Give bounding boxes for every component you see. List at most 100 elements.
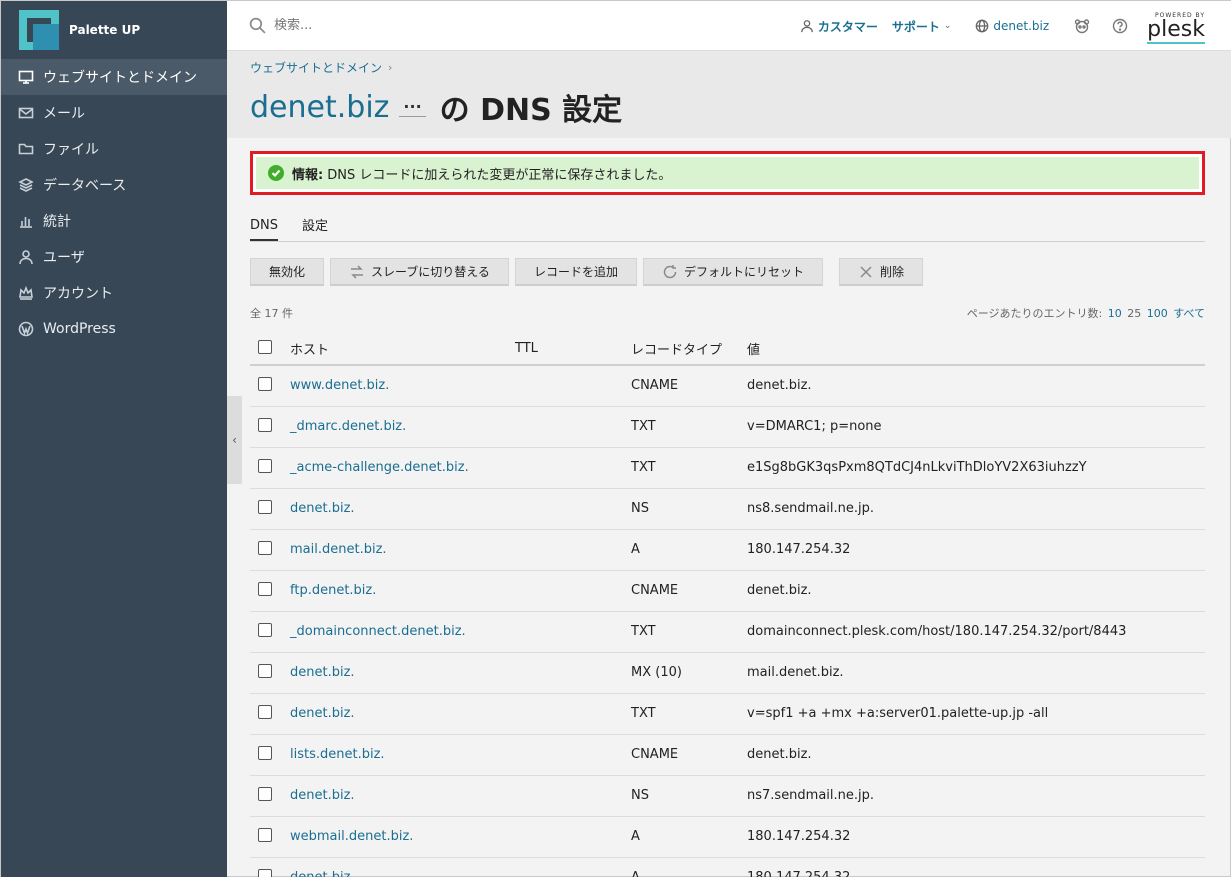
table-row[interactable]: denet.biz. TXT v=spf1 +a +mx +a:server01.p… bbox=[250, 693, 1205, 735]
row-type: TXT bbox=[631, 693, 747, 735]
row-checkbox[interactable] bbox=[258, 704, 272, 719]
tab-dns[interactable]: DNS bbox=[250, 218, 278, 241]
sidebar-item-3[interactable]: データベース bbox=[1, 167, 227, 203]
breadcrumb: ウェブサイトとドメイン › bbox=[250, 59, 1231, 76]
table-row[interactable]: mail.denet.biz. A 180.147.254.32 bbox=[250, 529, 1205, 571]
help-button[interactable] bbox=[1111, 17, 1129, 35]
table-row[interactable]: ftp.denet.biz. CNAME denet.biz. bbox=[250, 570, 1205, 612]
row-checkbox[interactable] bbox=[258, 417, 272, 432]
row-host-link[interactable]: denet.biz. bbox=[290, 857, 515, 877]
sidebar-item-7[interactable]: WordPress bbox=[1, 311, 227, 347]
support-menu[interactable]: サポート ⌄ bbox=[892, 18, 952, 35]
per-page-25[interactable]: 25 bbox=[1127, 307, 1141, 320]
per-page-100[interactable]: 100 bbox=[1147, 307, 1168, 320]
table-row[interactable]: _domainconnect.denet.biz. TXT domainconnec… bbox=[250, 611, 1205, 653]
table-row[interactable]: webmail.denet.biz. A 180.147.254.32 bbox=[250, 816, 1205, 858]
row-host-link[interactable]: www.denet.biz. bbox=[290, 365, 515, 407]
folder-icon bbox=[17, 140, 35, 158]
add-record-button[interactable]: レコードを追加 bbox=[514, 258, 637, 286]
extensions-button[interactable] bbox=[1073, 17, 1091, 35]
per-page-all[interactable]: すべて bbox=[1173, 307, 1205, 320]
customer-label: カスタマー bbox=[817, 19, 878, 34]
row-ttl bbox=[515, 857, 631, 877]
row-host-link[interactable]: denet.biz. bbox=[290, 693, 515, 735]
brand-logo-icon bbox=[19, 10, 59, 50]
column-type[interactable]: レコードタイプ bbox=[631, 333, 747, 366]
help-icon bbox=[1112, 18, 1128, 34]
row-value: ns8.sendmail.ne.jp. bbox=[747, 488, 1205, 530]
breadcrumb-websites-link[interactable]: ウェブサイトとドメイン bbox=[250, 59, 382, 76]
brand[interactable]: Palette UP bbox=[1, 1, 227, 59]
sidebar-item-4[interactable]: 統計 bbox=[1, 203, 227, 239]
table-row[interactable]: denet.biz. NS ns7.sendmail.ne.jp. bbox=[250, 775, 1205, 817]
table-row[interactable]: _dmarc.denet.biz. TXT v=DMARC1; p=none bbox=[250, 406, 1205, 448]
row-checkbox[interactable] bbox=[258, 786, 272, 801]
disable-button[interactable]: 無効化 bbox=[250, 258, 325, 286]
sidebar-collapse-button[interactable]: ‹ bbox=[227, 396, 242, 484]
total-count: 全 17 件 bbox=[250, 307, 293, 320]
brand-name: Palette UP bbox=[69, 23, 141, 37]
table-row[interactable]: lists.denet.biz. CNAME denet.biz. bbox=[250, 734, 1205, 776]
row-host-link[interactable]: denet.biz. bbox=[290, 488, 515, 530]
row-host-link[interactable]: mail.denet.biz. bbox=[290, 529, 515, 571]
sidebar-item-6[interactable]: アカウント bbox=[1, 275, 227, 311]
database-icon bbox=[17, 176, 35, 194]
toolbar: 無効化 スレーブに切り替える レコードを追加 デフォルトにリセット 削除 bbox=[250, 258, 1205, 286]
column-host[interactable]: ホスト bbox=[290, 333, 515, 366]
table-row[interactable]: _acme-challenge.denet.biz. TXT e1Sg8bGK3qs… bbox=[250, 447, 1205, 489]
row-checkbox[interactable] bbox=[258, 663, 272, 678]
switch-slave-label: スレーブに切り替える bbox=[371, 265, 490, 279]
row-type: CNAME bbox=[631, 570, 747, 612]
row-checkbox[interactable] bbox=[258, 581, 272, 596]
table-row[interactable]: denet.biz. NS ns8.sendmail.ne.jp. bbox=[250, 488, 1205, 530]
row-checkbox[interactable] bbox=[258, 622, 272, 637]
row-host-link[interactable]: ftp.denet.biz. bbox=[290, 570, 515, 612]
search-input[interactable] bbox=[274, 18, 754, 33]
row-host-link[interactable]: _acme-challenge.denet.biz. bbox=[290, 447, 515, 489]
more-options-button[interactable]: ··· bbox=[399, 98, 426, 117]
domain-link[interactable]: denet.biz bbox=[975, 19, 1049, 33]
row-host-link[interactable]: denet.biz. bbox=[290, 775, 515, 817]
sidebar-item-0[interactable]: ウェブサイトとドメイン bbox=[1, 59, 227, 95]
row-checkbox[interactable] bbox=[258, 458, 272, 473]
select-all-cell bbox=[250, 333, 290, 366]
delete-icon bbox=[860, 265, 872, 278]
row-checkbox[interactable] bbox=[258, 499, 272, 514]
row-value: 180.147.254.32 bbox=[747, 857, 1205, 877]
table-row[interactable]: www.denet.biz. CNAME denet.biz. bbox=[250, 365, 1205, 407]
monitor-icon bbox=[17, 68, 35, 86]
sidebar-item-2[interactable]: ファイル bbox=[1, 131, 227, 167]
select-all-checkbox[interactable] bbox=[258, 339, 272, 354]
row-host-link[interactable]: _domainconnect.denet.biz. bbox=[290, 611, 515, 653]
row-checkbox[interactable] bbox=[258, 376, 272, 391]
per-page-10[interactable]: 10 bbox=[1108, 307, 1122, 320]
customer-menu[interactable]: カスタマー bbox=[800, 18, 878, 35]
page-header: ウェブサイトとドメイン › denet.biz ··· の DNS 設定 bbox=[227, 51, 1231, 138]
row-select-cell bbox=[250, 816, 290, 858]
sidebar-item-5[interactable]: ユーザ bbox=[1, 239, 227, 275]
table-row[interactable]: denet.biz. A180.147.254.32 bbox=[250, 857, 1205, 877]
sidebar-item-1[interactable]: メール bbox=[1, 95, 227, 131]
row-value: v=DMARC1; p=none bbox=[747, 406, 1205, 448]
page-title-domain[interactable]: denet.biz bbox=[250, 90, 389, 125]
user-icon bbox=[800, 20, 813, 33]
reset-default-button[interactable]: デフォルトにリセット bbox=[642, 258, 823, 286]
row-checkbox[interactable] bbox=[258, 827, 272, 842]
row-host-link[interactable]: webmail.denet.biz. bbox=[290, 816, 515, 858]
row-checkbox[interactable] bbox=[258, 868, 272, 877]
column-ttl[interactable]: TTL bbox=[515, 333, 631, 366]
column-value[interactable]: 値 bbox=[747, 333, 1205, 366]
globe-icon bbox=[976, 19, 989, 33]
delete-button[interactable]: 削除 bbox=[838, 258, 923, 286]
row-host-link[interactable]: denet.biz. bbox=[290, 652, 515, 694]
table-row[interactable]: denet.biz. MX (10) mail.denet.biz. bbox=[250, 652, 1205, 694]
check-circle-icon bbox=[268, 165, 284, 181]
row-checkbox[interactable] bbox=[258, 745, 272, 760]
switch-slave-button[interactable]: スレーブに切り替える bbox=[330, 258, 509, 286]
sidebar-item-label: メール bbox=[43, 106, 85, 122]
row-host-link[interactable]: lists.denet.biz. bbox=[290, 734, 515, 776]
row-host-link[interactable]: _dmarc.denet.biz. bbox=[290, 406, 515, 448]
tab-settings[interactable]: 設定 bbox=[302, 215, 328, 241]
row-checkbox[interactable] bbox=[258, 540, 272, 555]
chevron-down-icon: ⌄ bbox=[943, 21, 952, 31]
